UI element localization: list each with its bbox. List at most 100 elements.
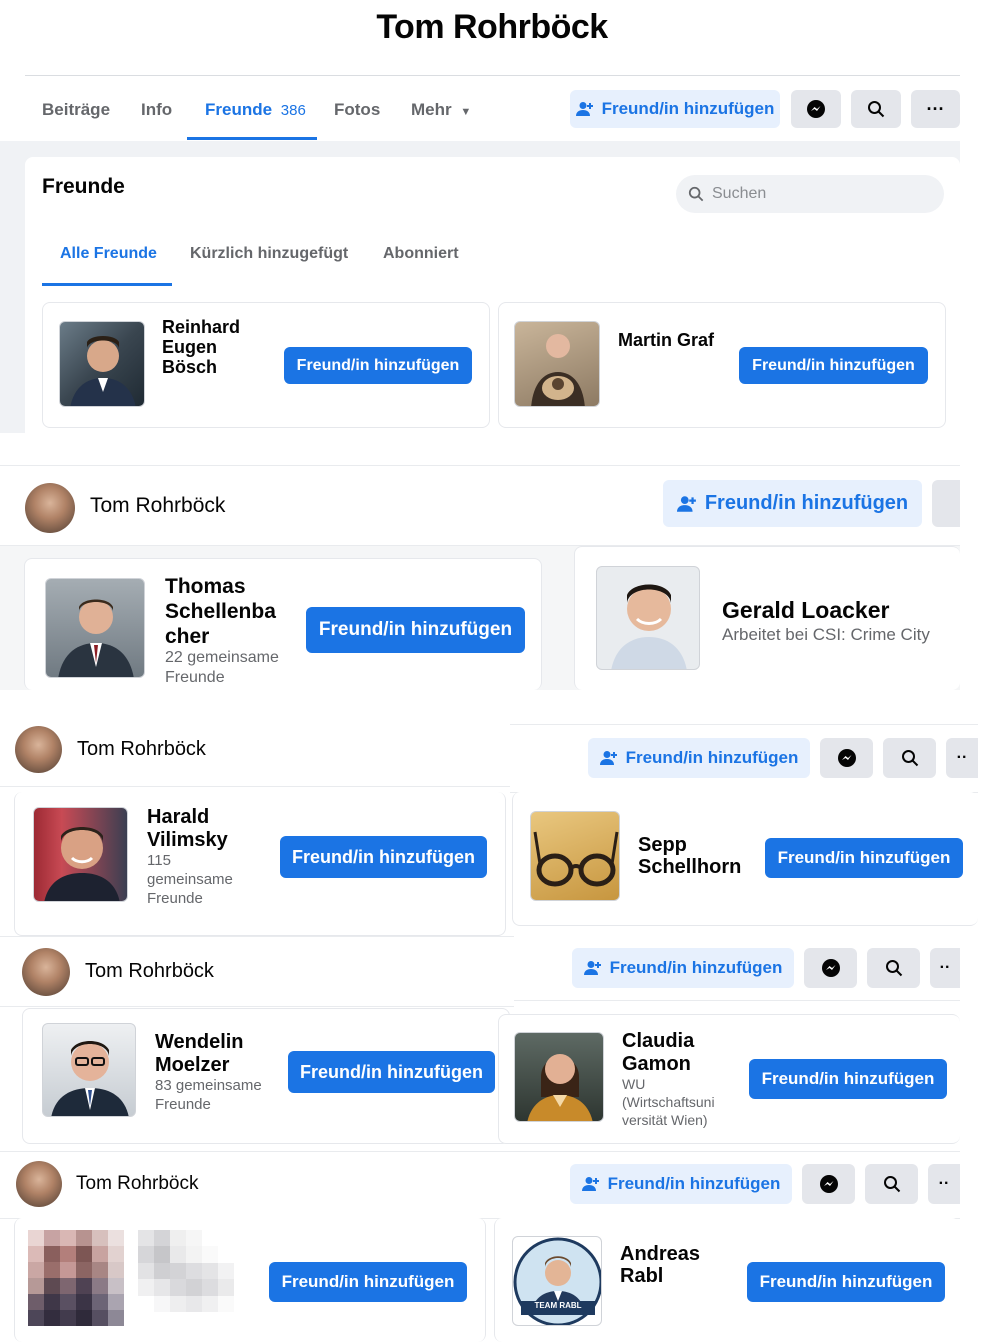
add-friend-button[interactable]: Freund/in hinzufügen — [269, 1262, 467, 1302]
pixelated-friend-photo[interactable] — [28, 1230, 124, 1326]
screenshot-separator — [0, 433, 960, 465]
add-friend-button[interactable]: Freund/in hinzufügen — [284, 347, 472, 384]
friend-photo[interactable] — [530, 811, 620, 901]
friend-name[interactable]: Sepp Schellhorn — [638, 834, 741, 878]
tab-freunde-label: Freunde — [205, 100, 273, 119]
friend-name[interactable]: Reinhard Eugen Bösch — [162, 317, 240, 377]
profile-avatar[interactable] — [25, 483, 75, 533]
more-dots-icon: ··· — [926, 98, 945, 119]
search-button[interactable] — [865, 1164, 918, 1204]
profile-avatar[interactable] — [22, 948, 70, 996]
friend-photo[interactable]: TEAM RABL — [512, 1236, 602, 1326]
search-icon — [883, 1176, 900, 1193]
messenger-button[interactable] — [820, 738, 873, 778]
more-options-button[interactable]: ··· — [911, 90, 960, 128]
friend-photo[interactable] — [514, 321, 600, 407]
add-friend-button[interactable]: Freund/in hinzufügen — [570, 1164, 792, 1204]
mutual-friends: 115 gemeinsame Freunde — [147, 852, 233, 907]
add-friend-button[interactable]: Freund/in hinzufügen — [588, 738, 810, 778]
add-person-icon — [581, 1177, 599, 1191]
friend-name[interactable]: Thomas Schellenba cher — [165, 574, 276, 650]
add-friend-label: Freund/in hinzufügen — [625, 748, 799, 767]
search-button[interactable] — [851, 90, 901, 128]
messenger-icon — [819, 1175, 838, 1193]
tab-mehr-label: Mehr — [411, 100, 452, 119]
search-button[interactable] — [883, 738, 936, 778]
add-friend-button[interactable]: Freund/in hinzufügen — [306, 607, 525, 653]
subtab-kuerzlich[interactable]: Kürzlich hinzugefügt — [190, 245, 348, 263]
add-person-icon — [676, 495, 696, 512]
friend-photo[interactable] — [596, 566, 700, 670]
subtab-alle-freunde[interactable]: Alle Freunde — [60, 245, 157, 263]
add-friend-label: Freund/in hinzufügen — [607, 1174, 781, 1193]
friends-count: 386 — [280, 102, 306, 119]
more-dots-icon: ·· — [956, 749, 968, 766]
profile-avatar[interactable] — [15, 726, 62, 773]
add-friend-button[interactable]: Freund/in hinzufügen — [739, 347, 928, 384]
add-friend-label: Freund/in hinzufügen — [609, 958, 783, 977]
more-options-button[interactable]: ·· — [928, 1164, 960, 1204]
friend-name[interactable]: Claudia Gamon — [622, 1030, 694, 1076]
profile-name[interactable]: Tom Rohrböck — [77, 738, 206, 761]
friends-heading: Freunde — [42, 175, 125, 198]
profile-avatar[interactable] — [16, 1161, 62, 1207]
messenger-icon — [837, 749, 856, 767]
messenger-button[interactable] — [932, 480, 960, 527]
messenger-button[interactable] — [802, 1164, 855, 1204]
pixelated-friend-name[interactable] — [138, 1230, 250, 1312]
friend-photo[interactable] — [33, 807, 128, 902]
add-friend-button[interactable]: Freund/in hinzufügen — [747, 1262, 945, 1302]
screenshot-separator — [0, 690, 984, 724]
add-friend-button[interactable]: Freund/in hinzufügen — [280, 836, 487, 878]
search-icon — [868, 101, 885, 118]
friend-name[interactable]: Andreas Rabl — [620, 1243, 700, 1287]
friend-name[interactable]: Martin Graf — [618, 330, 714, 351]
add-person-icon — [583, 961, 601, 975]
add-friend-label: Freund/in hinzufügen — [601, 99, 775, 118]
subtab-abonniert[interactable]: Abonniert — [383, 245, 459, 263]
add-friend-label: Freund/in hinzufügen — [704, 492, 909, 514]
profile-name[interactable]: Tom Rohrböck — [85, 960, 214, 983]
friends-search[interactable]: Suchen — [676, 175, 944, 213]
messenger-button[interactable] — [791, 90, 841, 128]
friend-name[interactable]: Wendelin Moelzer — [155, 1031, 244, 1077]
friend-name[interactable]: Harald Vilimsky — [147, 806, 228, 852]
tab-beitraege[interactable]: Beiträge — [42, 100, 110, 120]
more-dots-icon: ·· — [939, 959, 951, 976]
tab-info[interactable]: Info — [141, 100, 172, 120]
add-friend-button[interactable]: Freund/in hinzufügen — [288, 1051, 495, 1093]
friend-photo[interactable] — [514, 1032, 604, 1122]
friend-education: WU (Wirtschaftsuni versität Wien) — [622, 1076, 715, 1129]
more-options-button[interactable]: ·· — [930, 948, 960, 988]
profile-name[interactable]: Tom Rohrböck — [90, 494, 225, 518]
add-friend-button[interactable]: Freund/in hinzufügen — [765, 838, 963, 878]
friend-name[interactable]: Gerald Loacker — [722, 597, 889, 623]
messenger-icon — [821, 959, 840, 977]
friend-photo[interactable] — [59, 321, 145, 407]
team-rabl-badge: TEAM RABL — [534, 1301, 582, 1310]
caret-down-icon: ▼ — [460, 106, 472, 118]
tab-freunde[interactable]: Freunde 386 — [205, 100, 306, 120]
add-friend-button[interactable]: Freund/in hinzufügen — [570, 90, 780, 128]
tab-mehr[interactable]: Mehr ▼ — [411, 100, 471, 120]
search-icon — [885, 960, 902, 977]
messenger-button[interactable] — [804, 948, 857, 988]
profile-name[interactable]: Tom Rohrböck — [76, 1173, 199, 1195]
mutual-friends: 22 gemeinsame Freunde — [165, 649, 279, 686]
add-friend-button[interactable]: Freund/in hinzufügen — [749, 1059, 947, 1099]
add-person-icon — [575, 102, 593, 116]
more-dots-icon: ·· — [938, 1175, 950, 1192]
friend-photo[interactable] — [42, 1023, 136, 1117]
add-friend-button[interactable]: Freund/in hinzufügen — [572, 948, 794, 988]
tab-fotos[interactable]: Fotos — [334, 100, 380, 120]
add-friend-button[interactable]: Freund/in hinzufügen — [663, 480, 922, 527]
messenger-icon — [807, 100, 825, 118]
search-placeholder: Suchen — [712, 185, 767, 202]
search-button[interactable] — [867, 948, 920, 988]
add-person-icon — [599, 751, 617, 765]
more-options-button[interactable]: ·· — [946, 738, 978, 778]
subtab-active-underline — [42, 283, 172, 286]
mutual-friends: 83 gemeinsame Freunde — [155, 1077, 262, 1113]
search-icon — [688, 186, 704, 202]
friend-photo[interactable] — [45, 578, 145, 678]
